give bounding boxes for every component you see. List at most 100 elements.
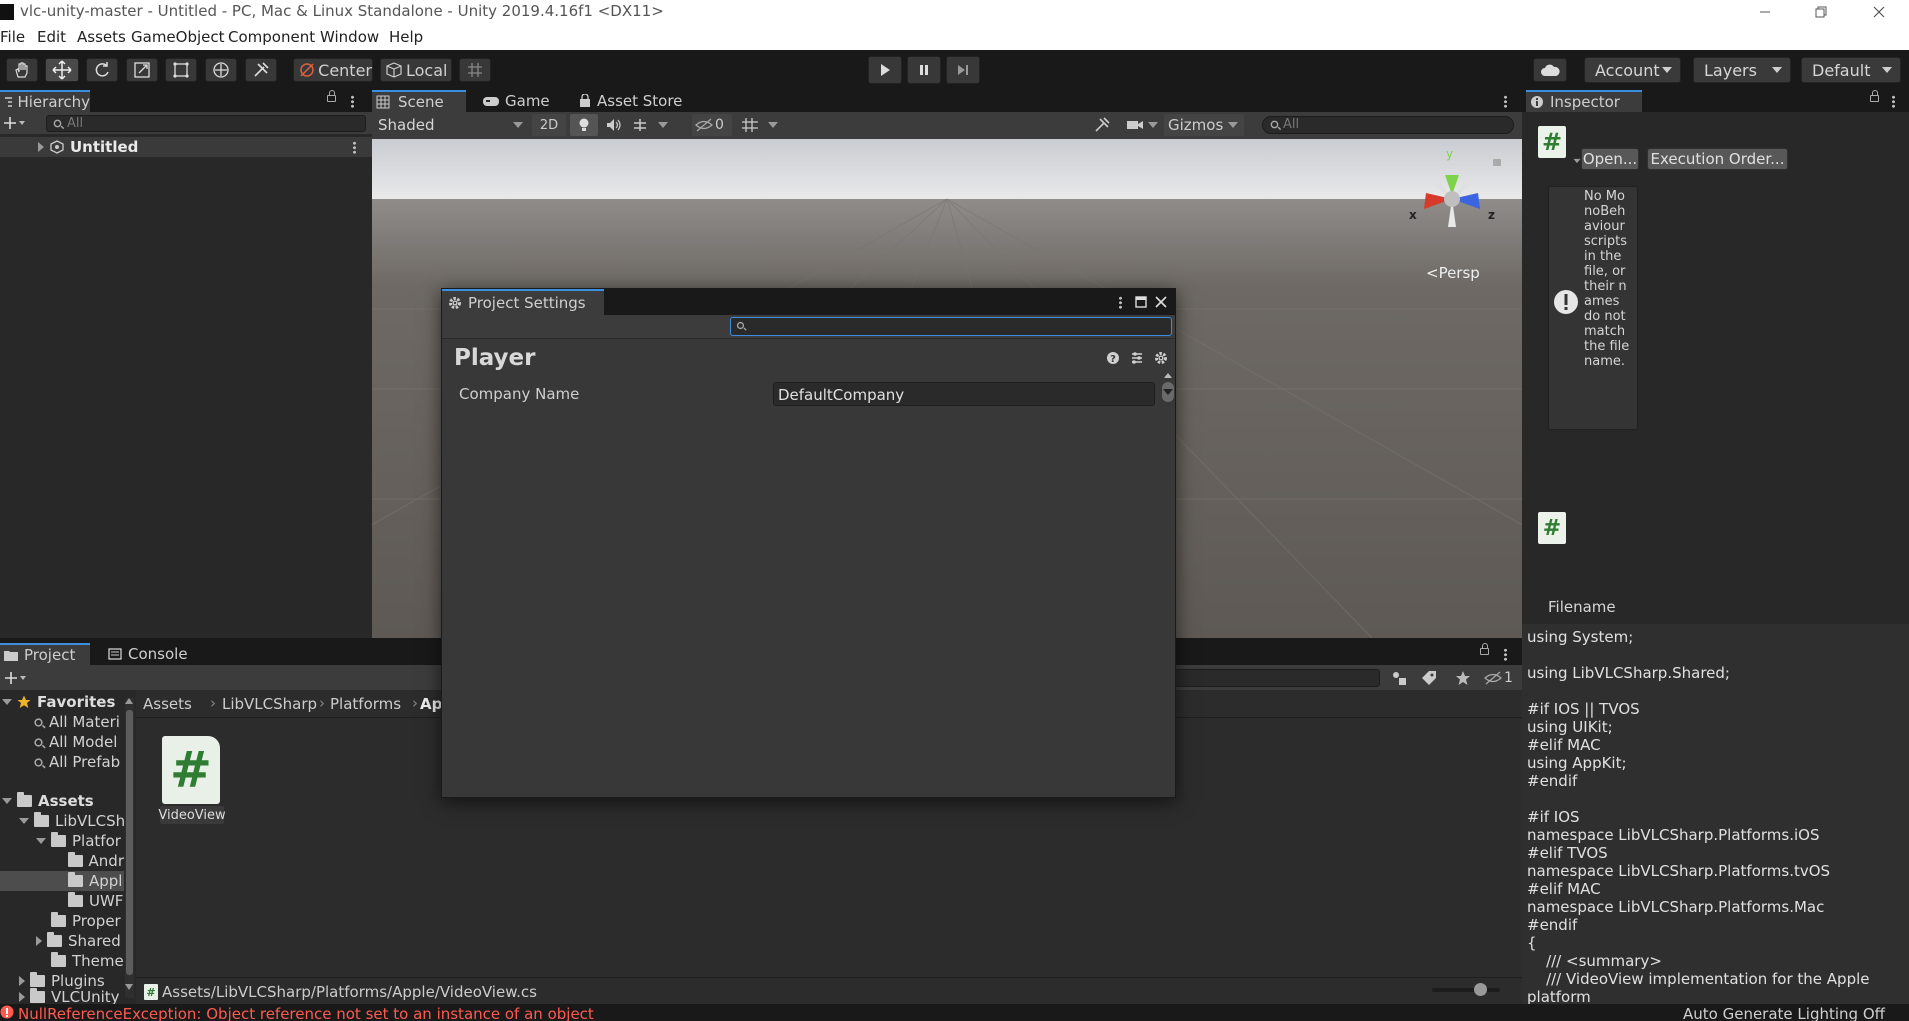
tab-hierarchy[interactable]: Hierarchy	[0, 90, 90, 112]
menu-assets[interactable]: Assets	[77, 28, 126, 46]
expand-arrow-icon[interactable]	[2, 699, 12, 705]
gizmos-dropdown[interactable]: Gizmos	[1164, 114, 1244, 136]
favorites-row[interactable]: Favorites	[0, 692, 136, 712]
collapse-arrow-icon[interactable]	[19, 976, 25, 986]
expand-arrow-icon[interactable]	[19, 818, 29, 824]
hidden-packages-toggle[interactable]: 1	[1484, 668, 1520, 688]
tab-scene[interactable]: Scene	[372, 90, 466, 112]
favorite-star-icon[interactable]	[1452, 668, 1474, 688]
filter-by-label-icon[interactable]	[1418, 668, 1440, 688]
create-plus-icon[interactable]	[2, 114, 28, 132]
hierarchy-search-input[interactable]: All	[46, 115, 366, 132]
toggle-2d-button[interactable]: 2D	[532, 114, 566, 136]
open-button[interactable]: Open...	[1581, 148, 1639, 170]
tree-item-folder[interactable]: Andr	[0, 851, 124, 871]
favorite-all-models[interactable]: All Model	[0, 732, 136, 752]
maximize-icon[interactable]	[1134, 295, 1148, 309]
lock-icon[interactable]	[327, 90, 336, 102]
collapse-arrow-icon[interactable]	[19, 992, 25, 1002]
tree-item-folder[interactable]: VLCUnity	[0, 987, 124, 1004]
favorite-all-materials[interactable]: All Materi	[0, 712, 136, 732]
hidden-objects-toggle[interactable]: 0	[692, 114, 732, 136]
expand-arrow-icon[interactable]	[36, 838, 46, 844]
grid-toggle-icon[interactable]	[736, 114, 764, 136]
lighting-status[interactable]: Auto Generate Lighting Off	[1683, 1005, 1885, 1021]
scale-tool-icon[interactable]	[126, 58, 158, 82]
filter-by-type-icon[interactable]	[1388, 668, 1410, 688]
tab-inspector[interactable]: Inspector	[1526, 90, 1642, 112]
project-more-icon[interactable]	[1504, 648, 1507, 661]
breadcrumb-item-platforms[interactable]: Platforms	[330, 695, 401, 713]
tools-icon[interactable]	[1088, 114, 1116, 136]
settings-gear-icon[interactable]	[1154, 351, 1168, 365]
project-create-plus-icon[interactable]	[2, 669, 30, 687]
grid-snap-icon[interactable]	[459, 58, 491, 82]
breadcrumb-item-assets[interactable]: Assets	[143, 695, 192, 713]
more-menu-icon[interactable]	[351, 95, 354, 108]
menu-edit[interactable]: Edit	[37, 28, 66, 46]
rect-tool-icon[interactable]	[165, 58, 197, 82]
tab-project-settings[interactable]: Project Settings	[442, 289, 604, 315]
icon-size-slider[interactable]	[1432, 983, 1500, 996]
company-name-input[interactable]: DefaultCompany	[773, 382, 1155, 406]
move-tool-icon[interactable]	[45, 58, 79, 82]
help-icon[interactable]: ?	[1106, 351, 1120, 365]
account-dropdown[interactable]: Account	[1584, 57, 1681, 83]
pause-button[interactable]	[907, 56, 941, 84]
preset-icon[interactable]	[1130, 351, 1144, 365]
persp-label[interactable]: <Persp	[1426, 264, 1480, 282]
close-icon[interactable]	[1154, 295, 1168, 309]
cloud-icon[interactable]	[1533, 58, 1567, 82]
tree-item-folder[interactable]: Platfor	[0, 831, 124, 851]
tree-item-folder[interactable]: Shared	[0, 931, 124, 951]
inspector-more-icon[interactable]	[1892, 95, 1895, 108]
grid-dropdown-arrow-icon[interactable]	[764, 114, 782, 136]
pivot-local-button[interactable]: Local	[380, 58, 452, 82]
scrollbar-thumb[interactable]	[1162, 382, 1174, 402]
breadcrumb-item-apple[interactable]: Ap	[420, 695, 442, 713]
window-more-icon[interactable]	[1119, 296, 1122, 309]
tab-asset-store[interactable]: Asset Store	[574, 90, 694, 112]
camera-dropdown[interactable]	[1126, 114, 1160, 136]
icon-dropdown-arrow-icon[interactable]	[1573, 158, 1581, 164]
project-settings-search-input[interactable]	[730, 317, 1172, 336]
menu-gameobject[interactable]: GameObject	[131, 28, 225, 46]
rotate-tool-icon[interactable]	[86, 58, 118, 82]
favorite-all-prefabs[interactable]: All Prefab	[0, 752, 136, 772]
minimize-icon[interactable]	[1742, 0, 1788, 24]
asset-videoview[interactable]: # VideoView	[158, 736, 226, 824]
tree-item-folder[interactable]: Appl	[0, 871, 124, 891]
transform-tool-icon[interactable]	[205, 58, 237, 82]
gizmo-lock-icon[interactable]	[1493, 159, 1501, 166]
scroll-down-arrow-icon[interactable]	[125, 984, 133, 990]
scene-search-input[interactable]: All	[1262, 116, 1514, 134]
tree-item-folder[interactable]: LibVLCSh	[0, 811, 125, 831]
step-button[interactable]	[946, 56, 980, 84]
layout-dropdown[interactable]: Default	[1801, 57, 1901, 83]
tree-item-folder[interactable]: Proper	[0, 911, 124, 931]
hierarchy-scene-row[interactable]: Untitled	[0, 137, 372, 157]
inspector-lock-icon[interactable]	[1870, 90, 1879, 102]
error-message[interactable]: NullReferenceException: Object reference…	[18, 1005, 594, 1021]
scene-more-icon[interactable]	[353, 141, 356, 154]
hand-tool-icon[interactable]	[6, 58, 38, 82]
scene-more-menu-icon[interactable]	[1504, 95, 1507, 108]
tree-item-folder[interactable]: Theme	[0, 951, 124, 971]
tab-game[interactable]: Game	[478, 90, 558, 112]
breadcrumb-item-libvlcsharp[interactable]: LibVLCSharp	[222, 695, 317, 713]
collapse-arrow-icon[interactable]	[36, 936, 42, 946]
project-search-input[interactable]	[1175, 669, 1380, 687]
expand-arrow-icon[interactable]	[2, 798, 12, 804]
scroll-up-arrow-icon[interactable]	[1164, 373, 1172, 378]
menu-file[interactable]: File	[0, 28, 25, 46]
tab-project[interactable]: Project	[0, 643, 90, 665]
assets-root-row[interactable]: Assets	[0, 791, 136, 811]
menu-help[interactable]: Help	[389, 28, 423, 46]
layers-dropdown[interactable]: Layers	[1693, 57, 1791, 83]
menu-component[interactable]: Component	[228, 28, 315, 46]
tree-scrollbar[interactable]	[125, 698, 134, 998]
pivot-center-button[interactable]: Center	[293, 58, 373, 82]
orientation-gizmo[interactable]: y x z <Persp	[1402, 147, 1502, 282]
execution-order-button[interactable]: Execution Order...	[1647, 148, 1788, 170]
tab-console[interactable]: Console	[104, 643, 198, 665]
